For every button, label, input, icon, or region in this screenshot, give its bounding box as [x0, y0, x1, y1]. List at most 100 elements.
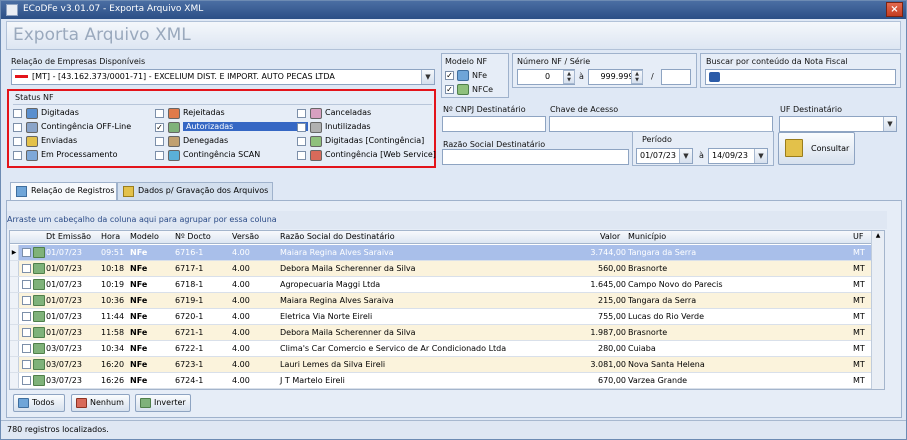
periodo-to-chevron-icon[interactable]: ▼: [754, 149, 767, 163]
vertical-scrollbar[interactable]: ▲: [871, 231, 884, 389]
row-indicator[interactable]: [10, 309, 19, 324]
row-indicator[interactable]: [10, 341, 19, 356]
status-checkbox[interactable]: [297, 109, 306, 118]
todos-button[interactable]: Todos: [13, 394, 65, 412]
table-row[interactable]: 01/07/23 11:44 NFe 6720-1 4.00 Eletrica Via N…: [10, 309, 884, 325]
status-checkbox[interactable]: [13, 123, 22, 132]
table-cell: 560,00: [598, 264, 626, 273]
table-row[interactable]: 03/07/23 16:26 NFe 6724-1 4.00 J T Martelo Ei…: [10, 373, 884, 389]
table-cell: 4.00: [232, 376, 250, 385]
chave-input[interactable]: [549, 116, 773, 132]
todos-label: Todos: [32, 398, 55, 407]
table-row[interactable]: 01/07/23 10:18 NFe 6717-1 4.00 Debora Maila S…: [10, 261, 884, 277]
table-row[interactable]: 03/07/23 16:20 NFe 6723-1 4.00 Lauri Lemes da…: [10, 357, 884, 373]
chevron-down-icon[interactable]: ▼: [421, 70, 434, 84]
status-checkbox[interactable]: [297, 151, 306, 160]
periodo-from-input[interactable]: 01/07/23 ▼: [636, 148, 693, 164]
table-row[interactable]: 01/07/23 10:19 NFe 6718-1 4.00 Agropecuaria M…: [10, 277, 884, 293]
table-row[interactable]: 01/07/23 11:58 NFe 6721-1 4.00 Debora Maila S…: [10, 325, 884, 341]
table-cell: 1.645,00: [590, 280, 626, 289]
row-checkbox[interactable]: [22, 360, 31, 369]
empresas-select[interactable]: [MT] - [43.162.373/0001-71] - EXCELIUM D…: [11, 69, 435, 85]
nenhum-button[interactable]: Nenhum: [71, 394, 130, 412]
column-header[interactable]: Hora: [101, 232, 120, 241]
periodo-to-input[interactable]: 14/09/23 ▼: [708, 148, 768, 164]
authorized-doc-icon: [33, 327, 45, 338]
numero-to-spinner[interactable]: ▲ ▼: [631, 70, 643, 84]
row-checkbox[interactable]: [22, 376, 31, 385]
row-checkbox[interactable]: [22, 280, 31, 289]
row-checkbox[interactable]: [22, 344, 31, 353]
table-cell: 4.00: [232, 280, 250, 289]
title-bar[interactable]: ECoDFe v3.01.07 - Exporta Arquivo XML ×: [1, 1, 906, 19]
tab-dados-label: Dados p/ Gravação dos Arquivos: [138, 186, 269, 195]
row-indicator[interactable]: [10, 325, 19, 340]
chave-label: Chave de Acesso: [550, 105, 619, 114]
sent-doc-icon: [26, 136, 38, 147]
table-row[interactable]: ▶ 01/07/23 09:51 NFe 6716-1 4.00 Maiara Regina…: [10, 245, 884, 261]
status-checkbox[interactable]: [13, 137, 22, 146]
row-checkbox[interactable]: [22, 312, 31, 321]
scroll-up-icon[interactable]: ▲: [873, 232, 883, 242]
uf-select[interactable]: ▼: [779, 116, 897, 132]
status-checkbox[interactable]: [13, 109, 22, 118]
periodo-from-chevron-icon[interactable]: ▼: [679, 149, 692, 163]
column-header[interactable]: Modelo: [130, 232, 159, 241]
table-cell: 6724-1: [175, 376, 204, 385]
row-indicator[interactable]: ▶: [10, 245, 19, 260]
table-cell: 10:18: [101, 264, 125, 273]
authorized-doc-icon: [33, 263, 45, 274]
row-checkbox[interactable]: [22, 248, 31, 257]
uf-chevron-down-icon[interactable]: ▼: [883, 117, 896, 131]
records-grid[interactable]: Dt Emissão Hora Modelo Nº Docto Versão Razão …: [9, 230, 885, 390]
column-header[interactable]: Município: [628, 232, 666, 241]
periodo-sep: à: [699, 151, 704, 160]
row-indicator[interactable]: [10, 277, 19, 292]
busca-input[interactable]: [705, 69, 896, 85]
nfce-checkbox[interactable]: ✓: [445, 85, 454, 94]
inverter-button[interactable]: Inverter: [135, 394, 191, 412]
consultar-button[interactable]: Consultar: [778, 132, 855, 165]
table-cell: 3.744,00: [590, 248, 626, 257]
periodo-to-value: 14/09/23: [712, 151, 748, 160]
row-checkbox[interactable]: [22, 296, 31, 305]
table-row[interactable]: 01/07/23 10:36 NFe 6719-1 4.00 Maiara Regina …: [10, 293, 884, 309]
tab-relacao-registros[interactable]: Relação de Registros: [10, 182, 117, 201]
denied-doc-icon: [168, 136, 180, 147]
column-header[interactable]: Dt Emissão: [46, 232, 91, 241]
table-cell: 01/07/23: [46, 248, 82, 257]
status-item-label: Canceladas: [325, 108, 372, 117]
row-indicator[interactable]: [10, 357, 19, 372]
row-indicator[interactable]: [10, 293, 19, 308]
status-checkbox[interactable]: [297, 123, 306, 132]
status-checkbox[interactable]: ✓: [155, 123, 164, 132]
row-checkbox[interactable]: [22, 328, 31, 337]
status-checkbox[interactable]: [13, 151, 22, 160]
numero-from-spinner[interactable]: ▲ ▼: [563, 70, 575, 84]
table-cell: 03/07/23: [46, 360, 82, 369]
status-checkbox[interactable]: [155, 137, 164, 146]
column-header[interactable]: Nº Docto: [175, 232, 211, 241]
authorized-doc-icon: [33, 311, 45, 322]
status-checkbox[interactable]: [297, 137, 306, 146]
tab-dados-gravacao[interactable]: Dados p/ Gravação dos Arquivos: [117, 182, 273, 200]
table-cell: MT: [853, 376, 865, 385]
status-checkbox[interactable]: [155, 109, 164, 118]
cnpj-input[interactable]: [442, 116, 546, 132]
table-row[interactable]: 03/07/23 10:34 NFe 6722-1 4.00 Clima's Car Co…: [10, 341, 884, 357]
table-cell: MT: [853, 264, 865, 273]
column-header[interactable]: Valor: [600, 232, 620, 241]
column-header[interactable]: Razão Social do Destinatário: [280, 232, 395, 241]
row-indicator[interactable]: [10, 373, 19, 388]
column-header[interactable]: Versão: [232, 232, 259, 241]
razao-input[interactable]: [442, 149, 629, 165]
row-checkbox[interactable]: [22, 264, 31, 273]
row-indicator[interactable]: [10, 261, 19, 276]
serie-input[interactable]: [661, 69, 691, 85]
table-cell: 11:44: [101, 312, 125, 321]
flag-icon: [15, 75, 28, 78]
close-button[interactable]: ×: [886, 2, 903, 17]
status-checkbox[interactable]: [155, 151, 164, 160]
column-header[interactable]: UF: [853, 232, 863, 241]
nfe-checkbox[interactable]: ✓: [445, 71, 454, 80]
